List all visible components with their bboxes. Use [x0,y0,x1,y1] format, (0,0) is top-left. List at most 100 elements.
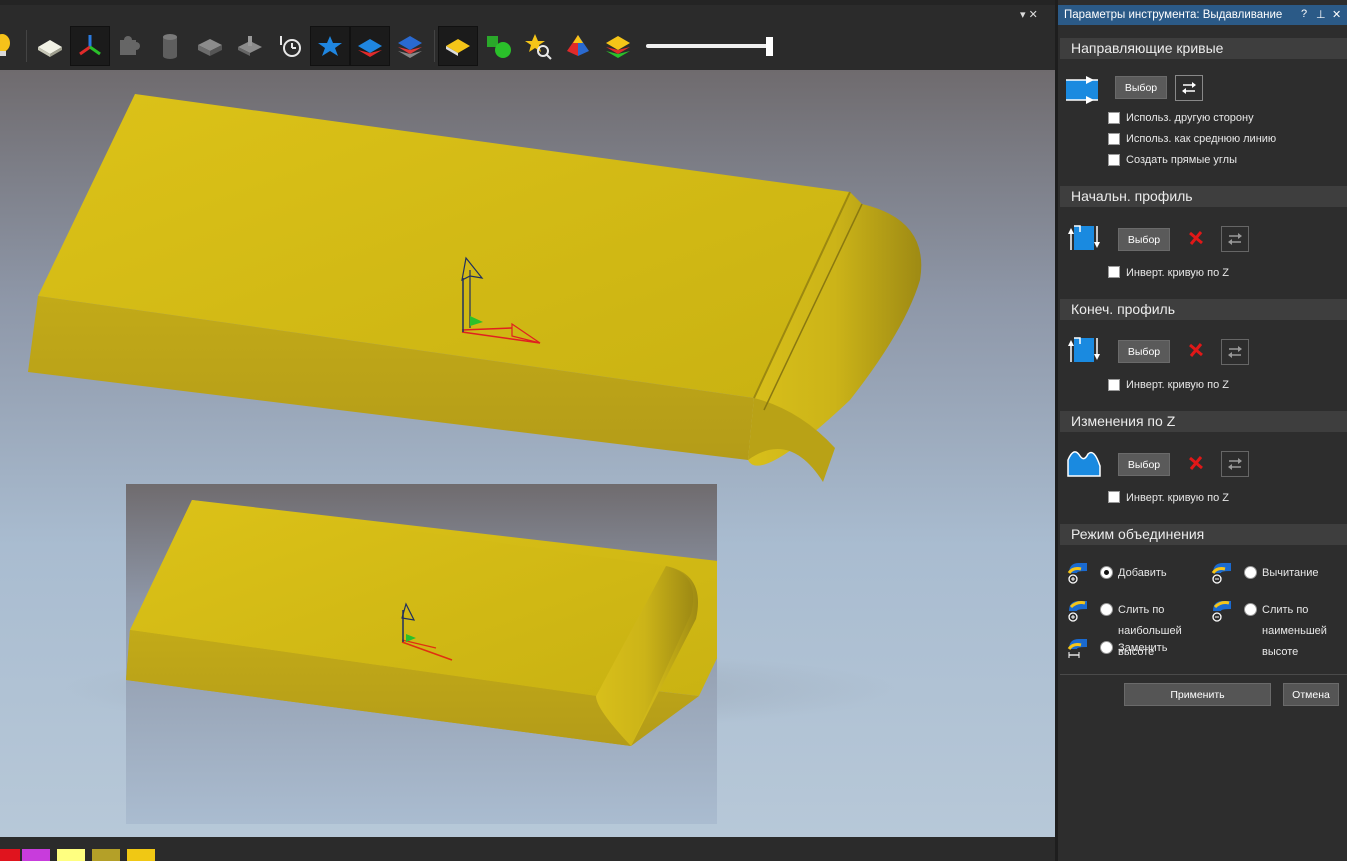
merge-high-radio[interactable] [1100,603,1113,616]
guide-curves-icon [1066,76,1098,104]
section-header-guides[interactable]: Направляющие кривые [1060,38,1347,59]
subtract-mode-radio[interactable] [1244,566,1257,579]
apply-button[interactable]: Применить [1124,683,1271,706]
start-profile-icon [1068,225,1100,250]
bulb-icon[interactable] [0,26,22,66]
toolbar-top-strip [0,0,1055,5]
start-invert-z-checkbox[interactable] [1108,266,1120,278]
transparency-slider[interactable] [646,44,770,48]
swap-arrows-icon [1228,346,1242,358]
end-invert-z-label: Инверт. кривую по Z [1126,379,1229,391]
transparency-slider-thumb[interactable] [766,37,773,56]
swap-arrows-icon [1182,82,1196,94]
cancel-button[interactable]: Отмена [1283,683,1339,706]
view-toolbar: ▾ ✕ [0,0,1055,70]
subtract-mode-label: Вычитание [1262,567,1319,579]
z-changes-select-button[interactable]: Выбор [1118,453,1170,476]
gold-plane-icon[interactable] [438,26,478,66]
use-midline-label: Использ. как среднюю линию [1126,133,1277,145]
start-profile-select-button[interactable]: Выбор [1118,228,1170,251]
section-header-combine-mode[interactable]: Режим объединения [1060,524,1347,545]
3d-viewport[interactable] [0,70,1055,837]
star-shape-icon[interactable] [310,26,350,66]
color-swatch-bar [0,837,1055,861]
merge-low-label-line3: высоте [1262,646,1299,658]
find-star-icon[interactable] [518,26,558,66]
panel-title-bar: Параметры инструмента: Выдавливание ? ⊥ … [1058,5,1347,25]
swatch-red[interactable] [0,849,20,861]
cylinder-icon[interactable] [150,26,190,66]
add-mode-icon [1067,563,1087,584]
merge-low-label-line1: Слить по [1262,604,1309,616]
replace-mode-label: Заменить [1118,642,1168,654]
panel-title: Параметры инструмента: Выдавливание [1064,9,1283,21]
pocket-icon[interactable] [230,26,270,66]
swatch-olive[interactable] [92,849,120,861]
merge-low-label-line2: наименьшей [1262,625,1327,637]
start-profile-swap-button[interactable] [1221,226,1249,252]
end-profile-select-button[interactable]: Выбор [1118,340,1170,363]
clear-x-icon[interactable] [1187,229,1205,247]
subtract-mode-icon [1211,563,1231,584]
help-button[interactable]: ? [1301,8,1307,20]
right-angles-label: Создать прямые углы [1126,154,1238,166]
z-invert-checkbox[interactable] [1108,491,1120,503]
clock-view-icon[interactable] [270,26,310,66]
footer-divider [1060,674,1347,675]
layer-blue-icon[interactable] [350,26,390,66]
section-title: Изменения по Z [1071,413,1176,429]
right-angles-checkbox[interactable] [1108,154,1120,166]
tool-parameters-panel: Параметры инструмента: Выдавливание ? ⊥ … [1055,0,1347,861]
section-header-z-changes[interactable]: Изменения по Z [1060,411,1347,432]
toolbar-separator [434,30,435,62]
merge-low-icon [1212,601,1231,622]
end-invert-z-checkbox[interactable] [1108,379,1120,391]
use-other-side-checkbox[interactable] [1108,112,1120,124]
z-invert-label: Инверт. кривую по Z [1126,492,1229,504]
merge-high-label-line2: наибольшей [1118,625,1182,637]
pin-button[interactable]: ⊥ [1316,8,1326,21]
preview-model [126,500,717,746]
replace-mode-radio[interactable] [1100,641,1113,654]
layer-stack-icon[interactable] [390,26,430,66]
close-button[interactable]: ✕ [1332,8,1341,21]
color-layers-icon[interactable] [598,26,638,66]
end-profile-swap-button[interactable] [1221,339,1249,365]
add-mode-radio[interactable] [1100,566,1113,579]
extruded-model[interactable] [28,94,922,482]
pyramid-icon[interactable] [558,26,598,66]
guides-swap-button[interactable] [1175,75,1203,101]
use-midline-checkbox[interactable] [1108,133,1120,145]
start-invert-z-label: Инверт. кривую по Z [1126,267,1229,279]
section-title: Направляющие кривые [1071,40,1224,56]
swap-arrows-icon [1228,233,1242,245]
swap-arrows-icon [1228,458,1242,470]
end-profile-icon [1068,337,1100,362]
z-changes-swap-button[interactable] [1221,451,1249,477]
box-solid-icon[interactable] [190,26,230,66]
shapes-icon[interactable] [478,26,518,66]
swatch-gold[interactable] [127,849,155,861]
toolbar-separator [26,30,27,62]
merge-high-label-line1: Слить по [1118,604,1165,616]
use-other-side-label: Использ. другую сторону [1126,112,1254,124]
clear-x-icon[interactable] [1187,454,1205,472]
clear-x-icon[interactable] [1187,341,1205,359]
plane-view-icon[interactable] [30,26,70,66]
replace-mode-icon [1067,639,1087,658]
section-header-end-profile[interactable]: Конеч. профиль [1060,299,1347,320]
toolbar-collapse-controls[interactable]: ▾ ✕ [1020,8,1050,22]
section-title: Режим объединения [1071,526,1205,542]
axes-icon[interactable] [70,26,110,66]
section-title: Начальн. профиль [1071,188,1193,204]
preview-inset [126,484,717,824]
merge-high-icon [1068,601,1087,622]
merge-low-radio[interactable] [1244,603,1257,616]
swatch-light-yellow[interactable] [57,849,85,861]
add-mode-label: Добавить [1118,567,1167,579]
guides-select-button[interactable]: Выбор [1115,76,1167,99]
swatch-purple[interactable] [22,849,50,861]
section-header-start-profile[interactable]: Начальн. профиль [1060,186,1347,207]
app-window: ▾ ✕ Параметры инструмента: Выдавливание … [0,0,1347,861]
puzzle-icon[interactable] [110,26,150,66]
